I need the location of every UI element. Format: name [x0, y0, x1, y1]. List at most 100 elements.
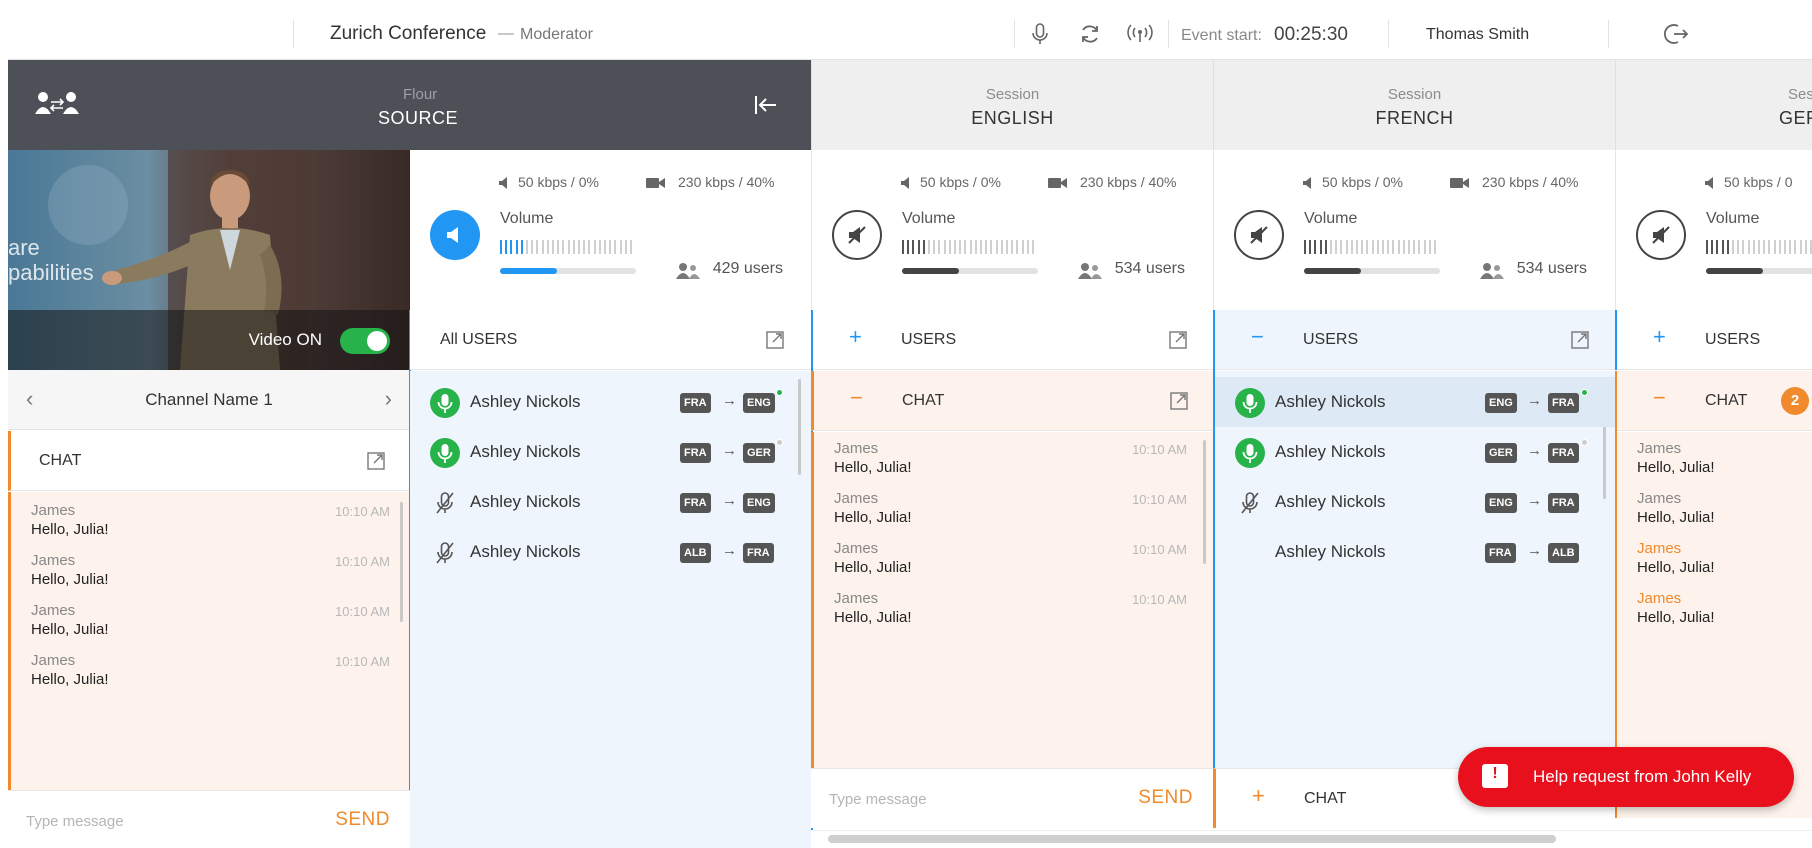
source-language-badge: ALB	[680, 543, 711, 563]
user-row[interactable]: Ashley Nickols FRA → ENG	[410, 477, 811, 527]
meter-segment	[1324, 240, 1327, 254]
help-request-toast[interactable]: Help request from John Kelly	[1458, 747, 1794, 807]
collapse-left-icon[interactable]	[752, 92, 778, 118]
logout-icon[interactable]	[1662, 20, 1690, 48]
user-row[interactable]: Ashley Nickols GER → FRA	[1215, 427, 1615, 477]
microphone-active-icon[interactable]	[1235, 388, 1265, 418]
target-language-badge: FRA	[743, 543, 774, 563]
volume-slider[interactable]	[1304, 268, 1440, 274]
expand-plus-icon[interactable]: +	[1252, 785, 1265, 807]
message-text: Hello, Julia!	[1637, 559, 1715, 576]
external-link-icon[interactable]	[1169, 331, 1187, 349]
send-button[interactable]: SEND	[1138, 787, 1193, 809]
speaker-icon	[1303, 177, 1311, 189]
collapse-minus-icon[interactable]: −	[850, 387, 863, 409]
microphone-active-icon[interactable]	[430, 388, 460, 418]
message-text: Hello, Julia!	[1637, 459, 1715, 476]
external-link-icon[interactable]	[766, 331, 784, 349]
meter-segment	[541, 240, 544, 254]
french-users-header[interactable]: − USERS	[1215, 310, 1615, 370]
meter-segment	[1413, 240, 1416, 254]
volume-slider[interactable]	[500, 268, 636, 274]
user-row[interactable]: Ashley Nickols FRA → ALB	[1215, 527, 1615, 577]
session-header-english[interactable]: Session ENGLISH	[811, 60, 1213, 150]
german-chat-header[interactable]: − CHAT 2	[1617, 371, 1812, 431]
message-text: Hello, Julia!	[31, 621, 109, 638]
audio-bitrate: 50 kbps / 0	[1724, 174, 1793, 190]
user-name: Ashley Nickols	[1275, 542, 1386, 561]
german-stats: 50 kbps / 0 Volume	[1615, 150, 1812, 310]
send-button[interactable]: SEND	[335, 809, 390, 831]
expand-plus-icon[interactable]: +	[849, 326, 862, 348]
english-chat-header[interactable]: − CHAT	[811, 371, 1213, 431]
message-time: 10:10 AM	[335, 654, 390, 669]
user-name: Ashley Nickols	[1275, 392, 1386, 411]
message-time: 10:10 AM	[335, 504, 390, 519]
broadcast-icon[interactable]	[1126, 20, 1154, 48]
user-row[interactable]: Ashley Nickols FRA → ENG	[410, 377, 811, 427]
top-bar: Zurich Conference — Moderator Event star…	[8, 6, 1812, 60]
source-chat-header[interactable]: CHAT	[8, 431, 410, 491]
microphone-muted-icon[interactable]	[430, 538, 460, 568]
user-row[interactable]: Ashley Nickols FRA → GER	[410, 427, 811, 477]
current-user-name[interactable]: Thomas Smith	[1426, 26, 1529, 44]
meter-segment	[567, 240, 570, 254]
volume-slider[interactable]	[1706, 268, 1812, 274]
session-subtitle: Ses	[1788, 86, 1812, 103]
audio-bitrate: 50 kbps / 0%	[920, 174, 1001, 190]
microphone-active-icon[interactable]	[430, 438, 460, 468]
chevron-right-icon[interactable]: ›	[385, 386, 392, 412]
users-icon	[1078, 263, 1102, 279]
speaker-muted-button[interactable]	[832, 210, 882, 260]
microphone-muted-icon[interactable]	[430, 488, 460, 518]
video-preview[interactable]: are pabilities Video ON	[8, 150, 410, 370]
arrow-right-icon: →	[722, 492, 737, 509]
user-row[interactable]: Ashley Nickols ALB → FRA	[410, 527, 811, 577]
users-icon	[1480, 263, 1504, 279]
meter-segment	[588, 240, 591, 254]
expand-plus-icon[interactable]: +	[1653, 326, 1666, 348]
swap-users-icon[interactable]	[34, 90, 80, 118]
message-text: Hello, Julia!	[1637, 609, 1715, 626]
meter-segment	[546, 240, 549, 254]
chat-scrollbar[interactable]	[400, 502, 403, 622]
microphone-muted-icon[interactable]	[1235, 488, 1265, 518]
collapse-minus-icon[interactable]: −	[1653, 387, 1666, 409]
meter-segment	[520, 240, 523, 254]
external-link-icon[interactable]	[367, 452, 385, 470]
microphone-icon[interactable]	[1026, 20, 1054, 48]
speaker-active-button[interactable]	[430, 210, 480, 260]
volume-label: Volume	[902, 210, 956, 227]
event-timer: 00:25:30	[1274, 24, 1348, 45]
meter-segment	[1732, 240, 1734, 254]
external-link-icon[interactable]	[1571, 331, 1589, 349]
chat-scrollbar[interactable]	[1203, 440, 1206, 564]
chat-message: James Hello, Julia!	[1637, 490, 1792, 540]
user-row[interactable]: Ashley Nickols ENG → FRA	[1215, 477, 1615, 527]
meter-segment	[917, 240, 920, 254]
chat-message: James Hello, Julia! 10:10 AM	[834, 490, 1193, 540]
refresh-icon[interactable]	[1076, 20, 1104, 48]
session-header-french[interactable]: Session FRENCH	[1213, 60, 1615, 150]
source-language-badge: FRA	[680, 393, 711, 413]
all-users-header[interactable]: All USERS	[410, 310, 811, 370]
video-toggle[interactable]	[340, 328, 390, 354]
horizontal-scrollbar[interactable]	[828, 835, 1556, 843]
external-link-icon[interactable]	[1170, 392, 1188, 410]
video-bitrate: 230 kbps / 40%	[1482, 174, 1579, 190]
source-chat-input[interactable]: Type message SEND	[8, 790, 410, 848]
german-users-header[interactable]: + USERS	[1617, 310, 1812, 370]
message-placeholder: Type message	[829, 791, 927, 808]
session-title: ENGLISH	[971, 108, 1054, 128]
session-header-german[interactable]: Ses GER	[1615, 60, 1812, 150]
volume-slider[interactable]	[902, 268, 1038, 274]
user-row[interactable]: Ashley Nickols ENG → FRA	[1215, 377, 1615, 427]
conference-title: Zurich Conference	[330, 23, 487, 44]
collapse-minus-icon[interactable]: −	[1251, 326, 1264, 348]
meter-segment	[980, 240, 982, 254]
speaker-muted-button[interactable]	[1636, 210, 1686, 260]
microphone-active-icon[interactable]	[1235, 438, 1265, 468]
english-users-header[interactable]: + USERS	[813, 310, 1213, 370]
speaker-muted-button[interactable]	[1234, 210, 1284, 260]
english-chat-input[interactable]: Type message SEND	[811, 768, 1213, 828]
